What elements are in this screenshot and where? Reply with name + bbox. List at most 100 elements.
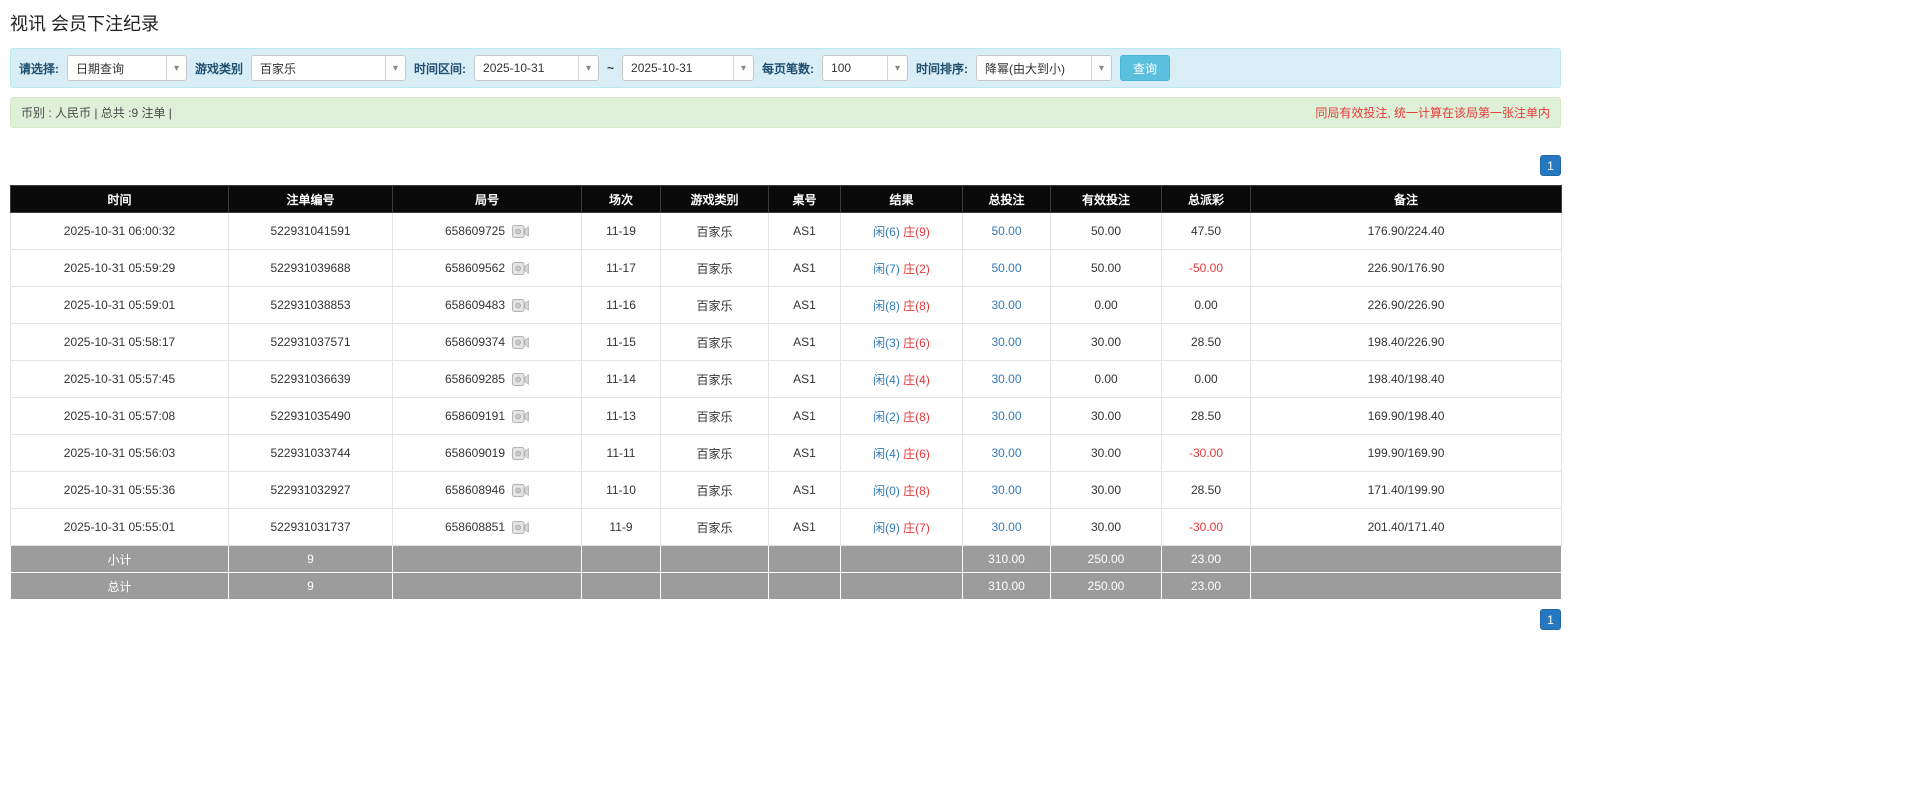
round-id: 658609725: [444, 224, 506, 238]
round-id: 658608946: [444, 483, 506, 497]
video-replay-icon[interactable]: [512, 483, 529, 497]
video-replay-icon[interactable]: [512, 335, 529, 349]
cell-payout: -30.00: [1161, 508, 1251, 546]
table-row: 2025-10-31 05:57:45 522931036639 6586092…: [10, 360, 1562, 398]
subtotal-payout: 23.00: [1161, 545, 1251, 573]
sort-value: 降幂(由大到小): [985, 61, 1066, 76]
game-type-select[interactable]: 百家乐 ▾: [251, 55, 407, 81]
cell-empty: [768, 572, 841, 600]
total-bet-link[interactable]: 30.00: [991, 520, 1021, 534]
total-bet-link[interactable]: 30.00: [991, 409, 1021, 423]
video-replay-icon[interactable]: [512, 261, 529, 275]
total-bet-link[interactable]: 30.00: [991, 446, 1021, 460]
chevron-down-icon: ▾: [578, 56, 599, 80]
cell-empty: [581, 545, 661, 573]
cell-empty: [1250, 572, 1562, 600]
round-id: 658609562: [444, 261, 506, 275]
subtotal-label: 小计: [10, 545, 229, 573]
date-to-picker[interactable]: 2025-10-31 ▾: [622, 55, 755, 81]
video-replay-icon[interactable]: [512, 224, 529, 238]
cell-game-type: 百家乐: [660, 471, 769, 509]
grand-total-payout: 23.00: [1161, 572, 1251, 600]
grand-total-label: 总计: [10, 572, 229, 600]
pagination-top: 1: [10, 155, 1561, 176]
cell-session: 11-9: [581, 508, 661, 546]
cell-game-type: 百家乐: [660, 434, 769, 472]
video-replay-icon[interactable]: [512, 520, 529, 534]
sort-label: 时间排序:: [916, 61, 969, 76]
page-size-select[interactable]: 100 ▾: [822, 55, 909, 81]
col-session: 场次: [581, 185, 661, 213]
result-banker: 庄(4): [903, 372, 930, 387]
video-replay-icon[interactable]: [512, 409, 529, 423]
cell-round: 658609374: [392, 323, 582, 361]
query-type-select[interactable]: 日期查询 ▾: [67, 55, 187, 81]
date-range-separator: ~: [607, 61, 615, 75]
cell-time: 2025-10-31 05:55:01: [10, 508, 229, 546]
col-time: 时间: [10, 185, 229, 213]
table-row: 2025-10-31 05:55:36 522931032927 6586089…: [10, 471, 1562, 509]
cell-payout: 28.50: [1161, 323, 1251, 361]
cell-empty: [660, 545, 769, 573]
cell-total-bet: 50.00: [962, 249, 1051, 287]
search-button[interactable]: 查询: [1120, 55, 1171, 81]
col-note: 备注: [1250, 185, 1562, 213]
cell-empty: [768, 545, 841, 573]
pagination-bottom: 1: [10, 609, 1561, 630]
total-bet-link[interactable]: 30.00: [991, 483, 1021, 497]
total-bet-link[interactable]: 30.00: [991, 298, 1021, 312]
result-player: 闲(0): [873, 483, 900, 498]
valid-bet-notice: 同局有效投注, 统一计算在该局第一张注单内: [1315, 106, 1550, 120]
cell-table: AS1: [768, 471, 841, 509]
sort-select[interactable]: 降幂(由大到小) ▾: [976, 55, 1113, 81]
total-bet-link[interactable]: 30.00: [991, 335, 1021, 349]
total-bet-link[interactable]: 50.00: [991, 261, 1021, 275]
total-bet-link[interactable]: 50.00: [991, 224, 1021, 238]
cell-game-type: 百家乐: [660, 212, 769, 250]
date-from-picker[interactable]: 2025-10-31 ▾: [474, 55, 600, 81]
summary-bar: 币别 : 人民币 | 总共 :9 注单 | 同局有效投注, 统一计算在该局第一张…: [10, 97, 1561, 128]
cell-time: 2025-10-31 05:59:29: [10, 249, 229, 287]
cell-time: 2025-10-31 05:56:03: [10, 434, 229, 472]
result-player: 闲(9): [873, 520, 900, 535]
cell-result: 闲(8) 庄(8): [840, 286, 963, 324]
cell-result: 闲(9) 庄(7): [840, 508, 963, 546]
total-bet-link[interactable]: 30.00: [991, 372, 1021, 386]
table-row: 2025-10-31 05:59:01 522931038853 6586094…: [10, 286, 1562, 324]
cell-session: 11-14: [581, 360, 661, 398]
cell-table: AS1: [768, 397, 841, 435]
cell-empty: [392, 572, 582, 600]
cell-time: 2025-10-31 05:55:36: [10, 471, 229, 509]
table-row: 2025-10-31 05:58:17 522931037571 6586093…: [10, 323, 1562, 361]
cell-result: 闲(7) 庄(2): [840, 249, 963, 287]
result-player: 闲(8): [873, 298, 900, 313]
cell-game-type: 百家乐: [660, 249, 769, 287]
col-bet-id: 注单编号: [228, 185, 393, 213]
cell-note: 198.40/198.40: [1250, 360, 1562, 398]
cell-round: 658609562: [392, 249, 582, 287]
currency-summary: 币别 : 人民币 | 总共 :9 注单 |: [21, 106, 172, 120]
cell-empty: [392, 545, 582, 573]
date-from-value: 2025-10-31: [483, 61, 545, 75]
cell-round: 658609191: [392, 397, 582, 435]
video-replay-icon[interactable]: [512, 446, 529, 460]
cell-table: AS1: [768, 360, 841, 398]
subtotal-count: 9: [228, 545, 393, 573]
chevron-down-icon: ▾: [733, 56, 754, 80]
cell-note: 169.90/198.40: [1250, 397, 1562, 435]
video-replay-icon[interactable]: [512, 372, 529, 386]
cell-bet-id: 522931039688: [228, 249, 393, 287]
cell-note: 171.40/199.90: [1250, 471, 1562, 509]
cell-round: 658608946: [392, 471, 582, 509]
grand-total-count: 9: [228, 572, 393, 600]
grand-total-row: 总计 9 310.00 250.00 23.00: [10, 572, 1562, 600]
video-replay-icon[interactable]: [512, 298, 529, 312]
page-1-button[interactable]: 1: [1540, 609, 1561, 630]
chevron-down-icon: ▾: [887, 56, 908, 80]
cell-game-type: 百家乐: [660, 360, 769, 398]
cell-time: 2025-10-31 05:59:01: [10, 286, 229, 324]
result-player: 闲(3): [873, 335, 900, 350]
cell-note: 201.40/171.40: [1250, 508, 1562, 546]
page-1-button[interactable]: 1: [1540, 155, 1561, 176]
cell-result: 闲(6) 庄(9): [840, 212, 963, 250]
